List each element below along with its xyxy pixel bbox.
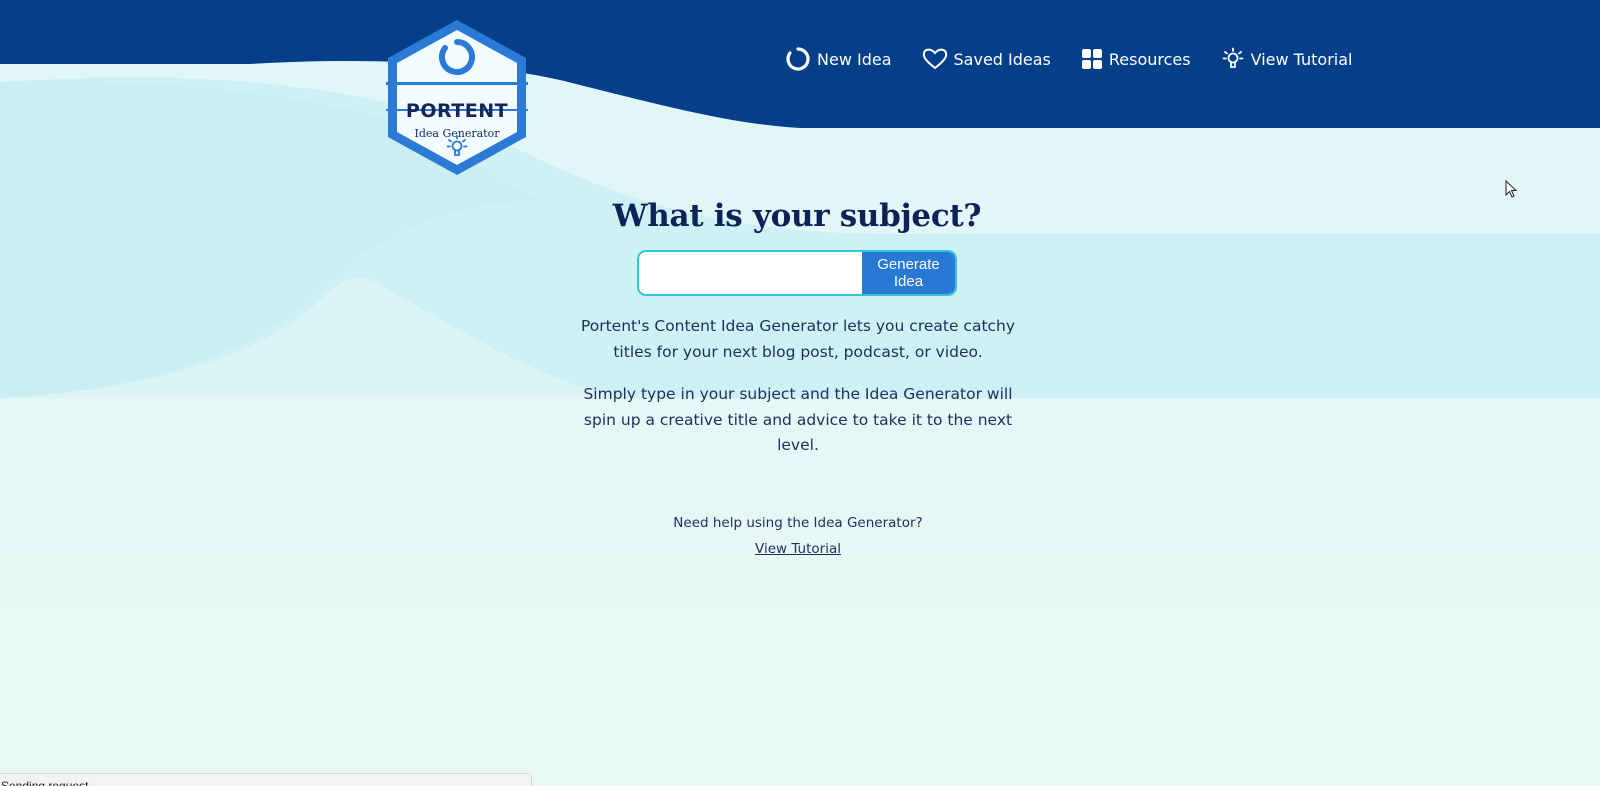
header-nav: New Idea Saved Ideas Resources View Tuto… bbox=[785, 46, 1352, 72]
grid-icon bbox=[1081, 49, 1102, 69]
lightbulb-icon bbox=[1222, 47, 1244, 68]
portent-logo[interactable]: PORTENT Idea Generator bbox=[382, 16, 532, 179]
nav-view-tutorial-label: View Tutorial bbox=[1250, 49, 1353, 69]
ring-icon bbox=[786, 47, 810, 71]
help-text: Need help using the Idea Generator? bbox=[673, 515, 923, 531]
page-title: What is your subject? bbox=[612, 198, 982, 234]
nav-new-idea[interactable]: New Idea bbox=[785, 46, 892, 72]
nav-resources-label: Resources bbox=[1108, 49, 1191, 69]
ring-icon bbox=[439, 39, 475, 75]
subject-input[interactable] bbox=[639, 252, 862, 294]
description-intro: Portent's Content Idea Generator lets yo… bbox=[580, 317, 1016, 361]
page: PORTENT Idea Generator New Idea Saved Id… bbox=[0, 0, 1600, 786]
logo-title: PORTENT bbox=[405, 100, 509, 122]
lightbulb-icon bbox=[446, 135, 468, 156]
nav-view-tutorial[interactable]: View Tutorial bbox=[1221, 47, 1353, 71]
heart-icon bbox=[922, 48, 947, 70]
nav-new-idea-label: New Idea bbox=[817, 49, 892, 69]
view-tutorial-link[interactable]: View Tutorial bbox=[755, 541, 841, 557]
generate-idea-button[interactable]: Generate Idea bbox=[862, 252, 955, 294]
description-instructions: Simply type in your subject and the Idea… bbox=[583, 385, 1013, 454]
nav-saved-ideas-label: Saved Ideas bbox=[953, 49, 1051, 69]
nav-saved-ideas[interactable]: Saved Ideas bbox=[922, 47, 1051, 71]
browser-status-bar: Sending request... bbox=[0, 773, 532, 786]
mouse-cursor-icon bbox=[1505, 180, 1518, 198]
nav-resources[interactable]: Resources bbox=[1081, 48, 1191, 70]
help-link-wrapper: View Tutorial bbox=[560, 541, 1036, 557]
subject-form: Generate Idea bbox=[637, 250, 957, 296]
